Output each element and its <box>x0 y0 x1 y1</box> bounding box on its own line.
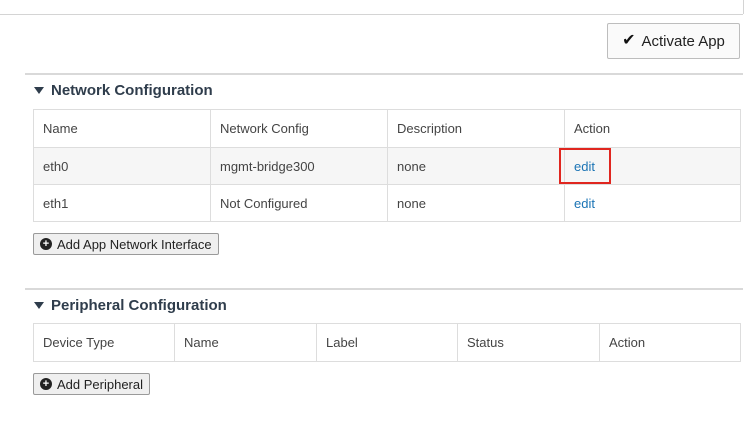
column-header-name: Name <box>33 109 211 148</box>
edit-link[interactable]: edit <box>574 196 595 211</box>
checkmark-icon: ✔ <box>622 32 636 49</box>
add-peripheral-label: Add Peripheral <box>57 376 143 392</box>
triangle-down-icon <box>34 87 44 94</box>
column-header-description: Description <box>387 109 565 148</box>
activate-app-label: Activate App <box>641 32 725 50</box>
column-header-action: Action <box>564 109 741 148</box>
interface-name: eth1 <box>33 184 211 222</box>
add-peripheral-button[interactable]: + Add Peripheral <box>33 373 150 395</box>
network-section-title: Network Configuration <box>51 82 213 99</box>
plus-circle-icon: + <box>40 238 52 250</box>
network-table-header: Name Network Config Description Action <box>33 109 741 148</box>
add-app-network-interface-label: Add App Network Interface <box>57 236 212 252</box>
add-app-network-interface-button[interactable]: + Add App Network Interface <box>33 233 219 255</box>
column-header-action: Action <box>599 323 741 362</box>
peripheral-section-title: Peripheral Configuration <box>51 297 227 314</box>
description-value: none <box>387 147 565 185</box>
peripheral-table: Device Type Name Label Status Action <box>33 323 741 362</box>
peripheral-table-header: Device Type Name Label Status Action <box>33 323 741 362</box>
table-row: eth0 mgmt-bridge300 none edit <box>33 147 741 185</box>
network-config-value: Not Configured <box>210 184 388 222</box>
column-header-network-config: Network Config <box>210 109 388 148</box>
top-panel-border <box>0 0 743 15</box>
top-panel-right-border <box>743 0 744 14</box>
interface-name: eth0 <box>33 147 211 185</box>
column-header-label: Label <box>316 323 458 362</box>
peripheral-section-header[interactable]: Peripheral Configuration <box>34 297 227 314</box>
network-table: Name Network Config Description Action e… <box>33 109 741 222</box>
edit-highlight-box <box>559 148 611 184</box>
triangle-down-icon <box>34 302 44 309</box>
description-value: none <box>387 184 565 222</box>
column-header-status: Status <box>457 323 600 362</box>
plus-circle-icon: + <box>40 378 52 390</box>
network-config-value: mgmt-bridge300 <box>210 147 388 185</box>
network-section-divider <box>25 73 743 75</box>
action-cell: edit <box>564 184 741 222</box>
column-header-name: Name <box>174 323 317 362</box>
activate-app-button[interactable]: ✔ Activate App <box>607 23 740 59</box>
peripheral-section-divider <box>25 288 743 290</box>
table-row: eth1 Not Configured none edit <box>33 184 741 222</box>
column-header-device-type: Device Type <box>33 323 175 362</box>
network-section-header[interactable]: Network Configuration <box>34 82 213 99</box>
